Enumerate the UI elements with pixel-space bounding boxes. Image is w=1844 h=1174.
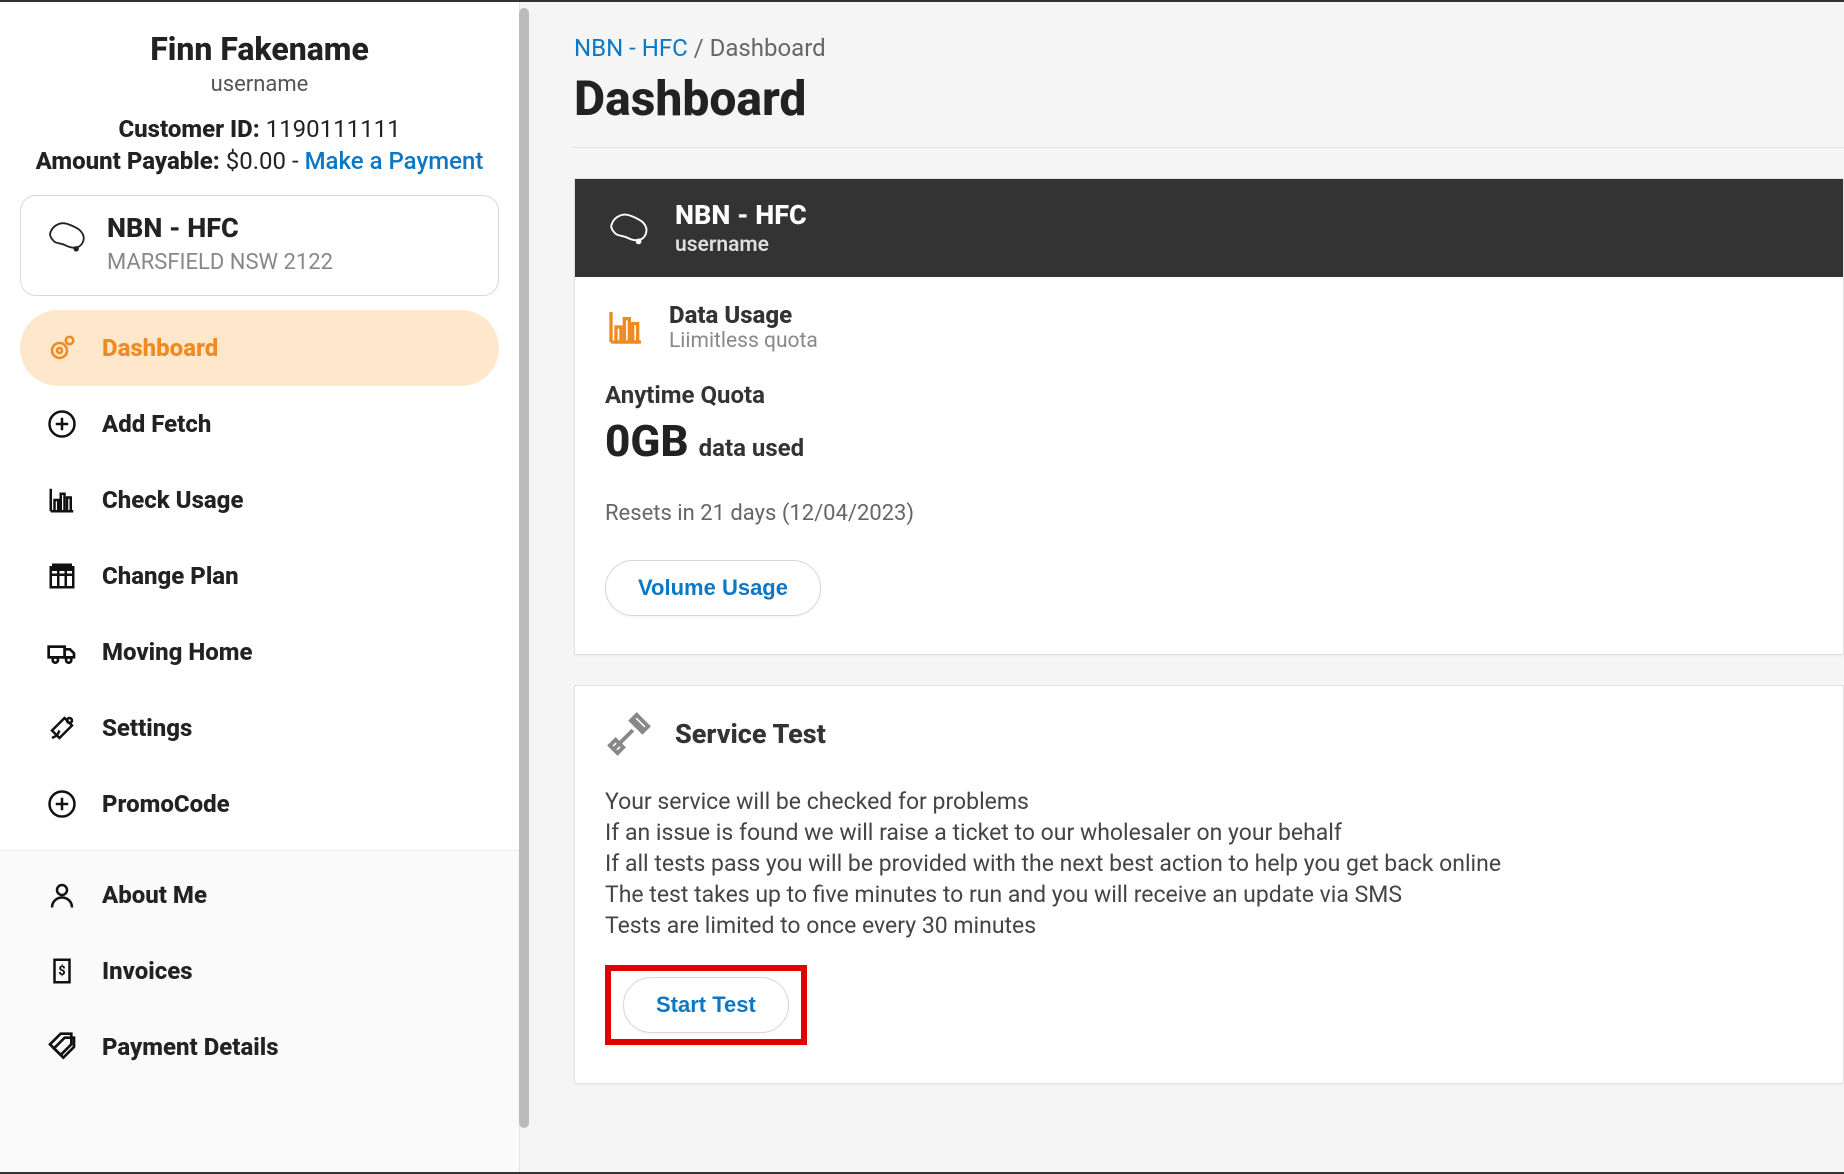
data-usage-title: Data Usage [669,301,818,329]
australia-map-icon [43,212,91,260]
nav-label: Dashboard [102,334,218,362]
nav-label: Add Fetch [102,410,211,438]
person-icon [44,877,80,913]
nav-label: Settings [102,714,192,742]
sidebar-scrollbar[interactable] [519,8,529,1128]
nav-about-me[interactable]: About Me [20,857,499,933]
data-usage-header: Data Usage Liimitless quota [605,301,1813,353]
service-test-line3: If all tests pass you will be provided w… [605,848,1813,879]
customer-id: Customer ID: 1190111111 [20,115,499,143]
nav-add-fetch[interactable]: Add Fetch [20,386,499,462]
breadcrumb-link[interactable]: NBN - HFC [574,34,688,62]
calendar-icon [44,558,80,594]
nav-label: PromoCode [102,790,230,818]
quota-suffix: data used [699,434,805,462]
service-test-line1: Your service will be checked for problem… [605,786,1813,817]
start-test-button[interactable]: Start Test [623,977,789,1033]
scrollbar-thumb[interactable] [519,8,529,1128]
secondary-nav: About Me $ Invoices Payment Details [0,850,519,1172]
customer-id-value: 1190111111 [266,115,401,143]
page-title: Dashboard [574,70,1844,127]
make-payment-link[interactable]: Make a Payment [305,147,484,175]
bar-chart-icon [44,482,80,518]
breadcrumb-sep: / [688,34,710,62]
quota-value: 0GB data used [605,415,1813,467]
service-name: NBN - HFC [107,212,476,244]
australia-map-icon [605,204,653,252]
card-body: Data Usage Liimitless quota Anytime Quot… [575,277,1843,654]
quota-amount: 0GB [605,415,689,467]
sidebar: Finn Fakename username Customer ID: 1190… [0,2,520,1172]
tools-icon [605,710,653,758]
nav-moving-home[interactable]: Moving Home [20,614,499,690]
svg-text:$: $ [58,964,65,979]
user-name: Finn Fakename [20,30,499,68]
amount-value: $0.00 [226,147,286,175]
primary-nav: Dashboard Add Fetch Check Usage Change P… [20,310,499,842]
breadcrumb: NBN - HFC / Dashboard [574,34,1844,62]
nav-invoices[interactable]: $ Invoices [20,933,499,1009]
truck-icon [44,634,80,670]
nav-label: Invoices [102,957,193,985]
nav-label: Moving Home [102,638,253,666]
card-header: NBN - HFC username [575,179,1843,277]
invoice-icon: $ [44,953,80,989]
tools-icon [44,710,80,746]
nav-payment-details[interactable]: Payment Details [20,1009,499,1085]
nav-label: Payment Details [102,1033,279,1061]
service-test-line4: The test takes up to five minutes to run… [605,879,1813,910]
customer-id-label: Customer ID: [118,115,259,143]
amount-payable: Amount Payable: $0.00 - Make a Payment [20,147,499,175]
divider [574,147,1844,148]
nav-label: About Me [102,881,207,909]
service-subtitle: username [675,233,807,257]
nav-check-usage[interactable]: Check Usage [20,462,499,538]
bar-chart-icon [605,306,647,348]
service-test-line5: Tests are limited to once every 30 minut… [605,910,1813,941]
plus-circle-icon [44,786,80,822]
nav-settings[interactable]: Settings [20,690,499,766]
main-content: NBN - HFC / Dashboard Dashboard NBN - HF… [520,2,1844,1172]
amount-sep: - [286,147,305,175]
nav-label: Check Usage [102,486,243,514]
gear-icon [44,330,80,366]
service-test-body: Your service will be checked for problem… [605,786,1813,941]
plus-circle-icon [44,406,80,442]
highlight-annotation: Start Test [605,965,807,1045]
tags-icon [44,1029,80,1065]
volume-usage-button[interactable]: Volume Usage [605,560,821,616]
service-test-card: Service Test Your service will be checke… [574,685,1844,1084]
service-title: NBN - HFC [675,199,807,231]
nav-dashboard[interactable]: Dashboard [20,310,499,386]
service-card[interactable]: NBN - HFC MARSFIELD NSW 2122 [20,195,499,296]
breadcrumb-current: Dashboard [710,34,826,62]
user-login: username [20,72,499,97]
service-test-header: Service Test [605,710,1813,758]
user-block: Finn Fakename username Customer ID: 1190… [20,30,499,175]
reset-text: Resets in 21 days (12/04/2023) [605,501,1813,526]
amount-label: Amount Payable: [36,147,220,175]
nav-label: Change Plan [102,562,239,590]
service-test-line2: If an issue is found we will raise a tic… [605,817,1813,848]
quota-label: Anytime Quota [605,381,1813,409]
nav-change-plan[interactable]: Change Plan [20,538,499,614]
service-test-title: Service Test [675,718,826,750]
nav-promocode[interactable]: PromoCode [20,766,499,842]
data-usage-subtitle: Liimitless quota [669,329,818,353]
service-location: MARSFIELD NSW 2122 [107,250,476,275]
data-usage-card: NBN - HFC username Data Usage Liimitless… [574,178,1844,655]
